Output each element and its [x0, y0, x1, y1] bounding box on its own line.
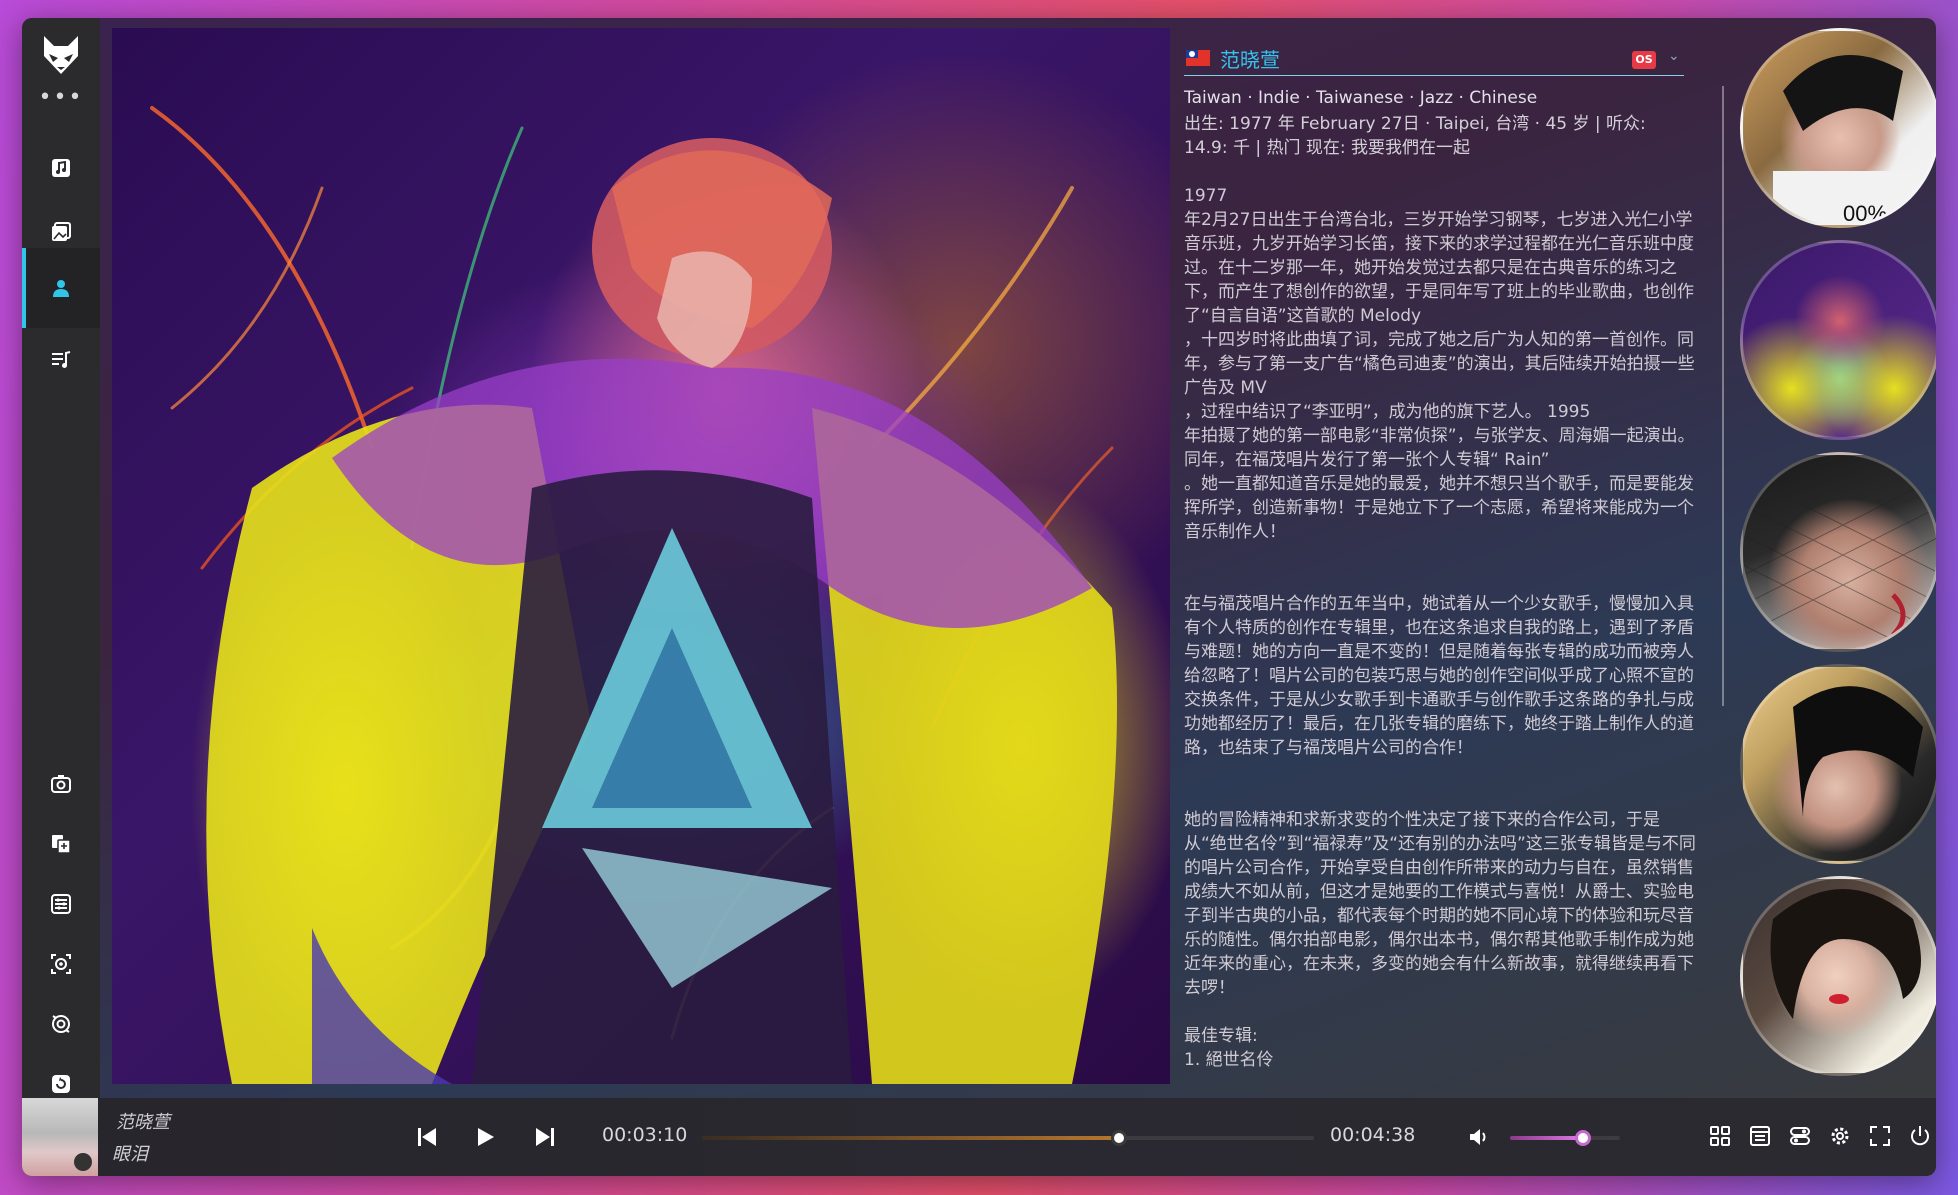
artist-photo-4[interactable] — [1740, 664, 1936, 864]
sidebar: ••• — [22, 18, 100, 1098]
fox-logo-icon[interactable] — [38, 32, 84, 78]
now-playing-title[interactable]: 眼泪 — [112, 1140, 148, 1166]
fullscreen-icon[interactable] — [1866, 1122, 1894, 1150]
app-window: ••• 范晓萱 OS ⌄ Taiwan · Indie · Taiwanese … — [22, 18, 1936, 1176]
scrollbar[interactable] — [1722, 86, 1724, 706]
artist-icon[interactable] — [22, 248, 100, 328]
progress-fill — [702, 1136, 1120, 1140]
progress-slider[interactable] — [702, 1130, 1314, 1146]
disc-icon — [74, 1153, 92, 1171]
volume-icon[interactable] — [1464, 1122, 1494, 1152]
chevron-down-icon[interactable]: ⌄ — [1668, 48, 1680, 64]
next-track-icon[interactable] — [530, 1122, 560, 1152]
artist-name[interactable]: 范晓萱 — [1220, 44, 1280, 73]
duration-time: 00:04:38 — [1330, 1124, 1416, 1146]
artist-photo-2[interactable] — [1740, 240, 1936, 440]
artist-photo-3[interactable] — [1740, 452, 1936, 652]
artist-photo-5[interactable] — [1740, 876, 1936, 1076]
os-badge[interactable]: OS — [1632, 51, 1656, 69]
artist-meta: 出生: 1977 年 February 27日 · Taipei, 台湾 · 4… — [1184, 114, 1646, 158]
settings-icon[interactable] — [1826, 1122, 1854, 1150]
grid-icon[interactable] — [1706, 1122, 1734, 1150]
artist-info-panel: 范晓萱 OS ⌄ Taiwan · Indie · Taiwanese · Ja… — [1184, 28, 1714, 1088]
list-settings-icon[interactable] — [22, 876, 100, 932]
volume-slider[interactable] — [1510, 1130, 1620, 1146]
artist-photo-1[interactable]: 00% — [1740, 28, 1936, 228]
gear-frame-icon[interactable] — [22, 936, 100, 992]
copy-icon[interactable] — [22, 816, 100, 872]
refresh-gear-icon[interactable] — [22, 996, 100, 1052]
album-cover — [112, 28, 1170, 1084]
more-icon[interactable]: ••• — [22, 87, 100, 109]
elapsed-time: 00:03:10 — [602, 1124, 688, 1146]
artist-bio: 1977 年2月27日出生于台湾台北，三岁开始学习钢琴，七岁进入光仁小学音乐班，… — [1184, 186, 1696, 1070]
camera-icon[interactable] — [22, 756, 100, 812]
now-playing-artist[interactable]: 范晓萱 — [116, 1108, 170, 1134]
toggle-icon[interactable] — [1786, 1122, 1814, 1150]
svg-text:00%: 00% — [1843, 201, 1887, 226]
artist-genres: Taiwan · Indie · Taiwanese · Jazz · Chin… — [1184, 88, 1538, 108]
previous-track-icon[interactable] — [412, 1122, 442, 1152]
taiwan-flag-icon — [1186, 50, 1210, 66]
playlist-icon[interactable] — [22, 320, 100, 400]
player-bar: 范晓萱 眼泪 00:03:10 00:04:38 — [22, 1098, 1936, 1176]
volume-handle[interactable] — [1574, 1130, 1591, 1146]
play-icon[interactable] — [470, 1122, 500, 1152]
list-icon[interactable] — [1746, 1122, 1774, 1150]
now-playing-cover[interactable] — [22, 1098, 98, 1176]
artist-header: 范晓萱 OS ⌄ — [1184, 42, 1684, 76]
progress-handle[interactable] — [1111, 1130, 1128, 1146]
power-icon[interactable] — [1906, 1122, 1934, 1150]
volume-fill — [1510, 1136, 1583, 1140]
